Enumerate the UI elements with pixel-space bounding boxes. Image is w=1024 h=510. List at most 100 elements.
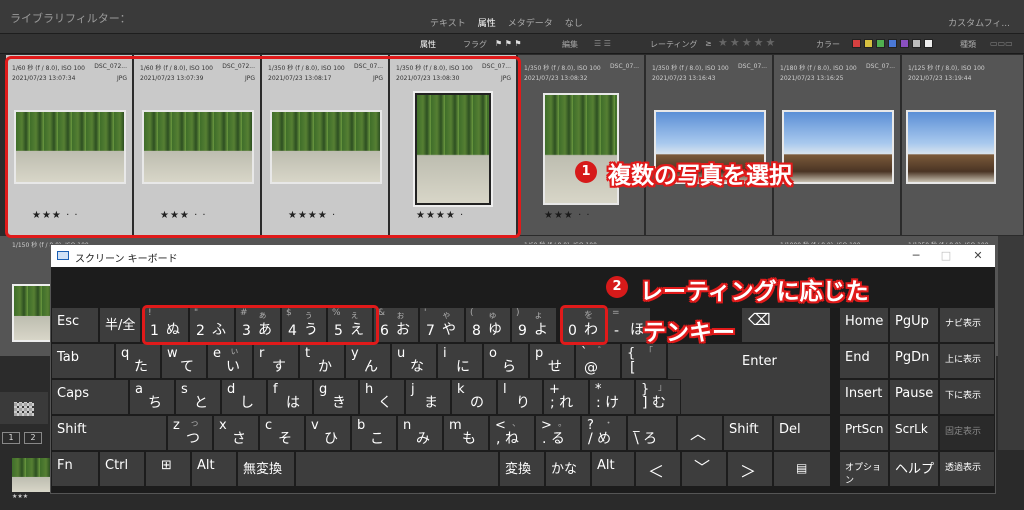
key-left[interactable]: ＜: [635, 451, 681, 487]
key-space[interactable]: [295, 451, 499, 487]
key-p[interactable]: pせ: [529, 343, 575, 379]
key-tab[interactable]: Tab: [51, 343, 115, 379]
rating-operator[interactable]: ≥: [705, 39, 712, 48]
key-bracket-close[interactable]: }」] む: [635, 379, 681, 415]
key-l[interactable]: lり: [497, 379, 543, 415]
grid-view-icon[interactable]: [14, 402, 34, 416]
tab-text[interactable]: テキスト: [430, 16, 466, 29]
key-muhenkan[interactable]: 無変換: [237, 451, 295, 487]
key-insert[interactable]: Insert: [839, 379, 889, 415]
minimize-button[interactable]: ─: [901, 248, 931, 264]
key-fn[interactable]: Fn: [51, 451, 99, 487]
photo-cell[interactable]: 1/350 秒 (f / 8.0), ISO 100 DSC_07... 2021…: [518, 55, 645, 235]
photo-cell[interactable]: 1/180 秒 (f / 8.0), ISO 100 DSC_07... 2021…: [774, 55, 901, 235]
key-fixed-display[interactable]: 固定表示: [939, 415, 995, 451]
key-down-display[interactable]: 下に表示: [939, 379, 995, 415]
tab-attribute[interactable]: 属性: [478, 16, 496, 29]
key-i[interactable]: iに: [437, 343, 483, 379]
key-9[interactable]: ) ょ 9 よ: [511, 307, 557, 343]
key-pause[interactable]: Pause: [889, 379, 939, 415]
key-c[interactable]: cそ: [259, 415, 305, 451]
key-alt-left[interactable]: Alt: [191, 451, 237, 487]
key-f[interactable]: fは: [267, 379, 313, 415]
key-g[interactable]: gき: [313, 379, 359, 415]
key-z[interactable]: zっつ: [167, 415, 213, 451]
key-navi[interactable]: ナビ表示: [939, 307, 995, 343]
key-shift-right[interactable]: Shift: [723, 415, 773, 451]
key-semicolon[interactable]: +; れ: [543, 379, 589, 415]
filmstrip-item[interactable]: ★★★: [12, 458, 52, 502]
key-t[interactable]: tか: [299, 343, 345, 379]
key-e[interactable]: eぃい: [207, 343, 253, 379]
key-ctrl[interactable]: Ctrl: [99, 451, 145, 487]
key-at[interactable]: ` ゛ @: [575, 343, 621, 379]
key-6[interactable]: & ぉ 6 お: [373, 307, 419, 343]
key-v[interactable]: vひ: [305, 415, 351, 451]
key-alt-right[interactable]: Alt: [591, 451, 635, 487]
color-swatch-white[interactable]: [924, 39, 933, 48]
tab-metadata[interactable]: メタデータ: [508, 16, 553, 29]
key-pgup[interactable]: PgUp: [889, 307, 939, 343]
flag-icons[interactable]: ⚑ ⚑ ⚑: [495, 39, 522, 48]
key-k[interactable]: kの: [451, 379, 497, 415]
key-o[interactable]: oら: [483, 343, 529, 379]
key-right[interactable]: ＞: [727, 451, 773, 487]
edit-icons[interactable]: ☰ ☰: [594, 39, 611, 48]
close-button[interactable]: ✕: [963, 248, 993, 264]
rating-stars-filter[interactable]: ★★★★★: [718, 36, 777, 49]
key-down[interactable]: ﹀: [681, 451, 727, 487]
key-j[interactable]: jま: [405, 379, 451, 415]
key-q[interactable]: qた: [115, 343, 161, 379]
key-up[interactable]: ︿: [677, 415, 723, 451]
key-a[interactable]: aち: [129, 379, 175, 415]
key-pgdn[interactable]: PgDn: [889, 343, 939, 379]
key-caps[interactable]: Caps: [51, 379, 129, 415]
color-swatch-gray[interactable]: [912, 39, 921, 48]
key-windows[interactable]: ⊞: [145, 451, 191, 487]
key-w[interactable]: wて: [161, 343, 207, 379]
key-hankaku[interactable]: 半/全: [99, 307, 141, 343]
tab-none[interactable]: なし: [565, 16, 583, 29]
key-colon[interactable]: *: け: [589, 379, 635, 415]
key-m[interactable]: mも: [443, 415, 489, 451]
kind-icons[interactable]: ▭▭▭: [990, 39, 1013, 48]
key-up-display[interactable]: 上に表示: [939, 343, 995, 379]
key-help[interactable]: ヘルプ: [889, 451, 939, 487]
key-home[interactable]: Home: [839, 307, 889, 343]
key-henkan[interactable]: 変換: [499, 451, 545, 487]
key-scrlk[interactable]: ScrLk: [889, 415, 939, 451]
key-7[interactable]: ' ゃ 7 や: [419, 307, 465, 343]
color-swatch-purple[interactable]: [900, 39, 909, 48]
key-y[interactable]: yん: [345, 343, 391, 379]
key-u[interactable]: uな: [391, 343, 437, 379]
key-s[interactable]: sと: [175, 379, 221, 415]
key-shift-left[interactable]: Shift: [51, 415, 167, 451]
key-h[interactable]: hく: [359, 379, 405, 415]
key-menu[interactable]: ▤: [773, 451, 831, 487]
key-n[interactable]: nみ: [397, 415, 443, 451]
key-del[interactable]: Del: [773, 415, 831, 451]
key-transparent-display[interactable]: 透過表示: [939, 451, 995, 487]
key-backslash[interactable]: _ \ ろ: [627, 415, 677, 451]
color-swatch-blue[interactable]: [888, 39, 897, 48]
photo-cell[interactable]: 1/350 秒 (f / 8.0), ISO 100 DSC_07... 2021…: [646, 55, 773, 235]
key-r[interactable]: rす: [253, 343, 299, 379]
key-options[interactable]: オプション: [839, 451, 889, 487]
key-prtscn[interactable]: PrtScn: [839, 415, 889, 451]
key-period[interactable]: >。. る: [535, 415, 581, 451]
color-swatch-yellow[interactable]: [864, 39, 873, 48]
key-d[interactable]: dし: [221, 379, 267, 415]
page-2-button[interactable]: 2: [24, 432, 42, 444]
filter-preset-dropdown[interactable]: カスタムフィ...: [948, 16, 1010, 29]
key-enter[interactable]: Enter: [667, 343, 831, 415]
color-swatch-green[interactable]: [876, 39, 885, 48]
page-1-button[interactable]: 1: [2, 432, 20, 444]
key-x[interactable]: xさ: [213, 415, 259, 451]
key-b[interactable]: bこ: [351, 415, 397, 451]
photo-rating[interactable]: ★★★ · ·: [544, 210, 591, 221]
key-backspace[interactable]: ⌫: [741, 307, 831, 343]
photo-cell[interactable]: 1/125 秒 (f / 8.0), ISO 100 2021/07/23 13:…: [902, 55, 1024, 235]
key-bracket-open[interactable]: {「[: [621, 343, 667, 379]
key-comma[interactable]: <、, ね: [489, 415, 535, 451]
key-esc[interactable]: Esc: [51, 307, 99, 343]
